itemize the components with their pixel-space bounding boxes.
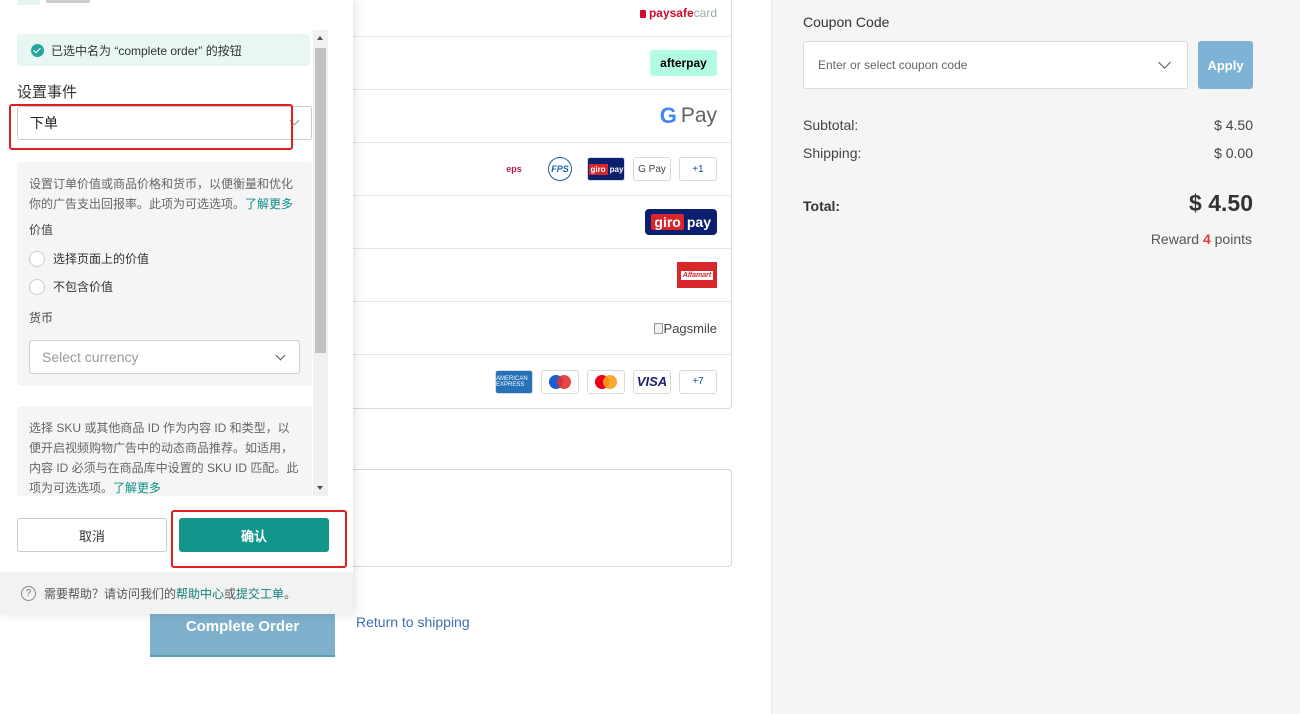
radio-no-value[interactable]: 不包含价值	[29, 277, 113, 297]
total-label: Total:	[803, 198, 841, 214]
coupon-label: Coupon Code	[803, 14, 890, 30]
order-note-box[interactable]	[300, 469, 732, 567]
reward-points-count: 4	[1202, 231, 1211, 247]
subtotal-label: Subtotal:	[803, 117, 859, 133]
order-summary: Coupon Code Enter or select coupon code …	[771, 0, 1300, 714]
coupon-placeholder: Enter or select coupon code	[818, 58, 968, 72]
paysafecard-logo: paysafecard	[639, 6, 717, 20]
cancel-button[interactable]: 取消	[17, 518, 167, 552]
fps-logo: FPS	[548, 157, 572, 181]
google-pay-small-logo: G Pay	[633, 157, 671, 181]
eps-logo: eps	[506, 164, 522, 174]
scroll-down-icon[interactable]	[317, 486, 323, 490]
scroll-up-icon[interactable]	[317, 36, 323, 40]
help-bar: ? 需要帮助？请访问我们的帮助中心或提交工单。	[0, 572, 353, 614]
giropay-small-logo: giro pay	[587, 157, 625, 181]
highlight-confirm-button	[171, 510, 347, 568]
coupon-input[interactable]: Enter or select coupon code	[803, 41, 1188, 89]
broken-image-icon	[653, 322, 663, 334]
shipping-label: Shipping:	[803, 145, 862, 161]
amex-logo: AMERICAN EXPRESS	[495, 369, 533, 394]
learn-more-link[interactable]: 了解更多	[245, 197, 293, 211]
currency-placeholder: Select currency	[42, 349, 139, 365]
giropay-logo: giro pay	[645, 209, 717, 235]
maestro-logo	[541, 369, 579, 394]
visa-logo: VISA	[633, 369, 671, 394]
submit-ticket-link[interactable]: 提交工单	[236, 587, 284, 601]
subtotal-value: $ 4.50	[1214, 117, 1253, 133]
page: paysafecard afterpay G Pay eps FPS giro pa…	[0, 0, 1300, 714]
more-cards-badge: +7	[679, 369, 717, 394]
alfamart-logo: Alfamart	[677, 262, 717, 288]
more-methods-badge: +1	[679, 157, 717, 181]
help-text: 需要帮助？请访问我们的帮助中心或提交工单。	[44, 586, 297, 601]
event-label: 设置事件	[17, 84, 78, 101]
panel-scroll-area[interactable]: 已选中名为 “complete order” 的按钮 设置事件 下单 设置订单价…	[0, 30, 328, 496]
question-circle-icon: ?	[21, 585, 36, 601]
total-row: Total: $ 4.50	[803, 190, 1253, 217]
check-circle-icon	[31, 43, 44, 57]
scrollbar-thumb[interactable]	[315, 48, 326, 353]
learn-more-link[interactable]: 了解更多	[113, 481, 161, 495]
notice-text: 已选中名为 “complete order” 的按钮	[51, 43, 242, 58]
value-help-text: 设置订单价值或商品价格和货币，以便衡量和优化你的广告支出回报率。此项为可选选项。…	[29, 177, 294, 211]
total-value: $ 4.50	[1189, 190, 1253, 216]
shipping-value: $ 0.00	[1214, 145, 1253, 161]
radio-button[interactable]	[29, 279, 45, 295]
panel-scrollbar[interactable]	[313, 30, 328, 496]
chevron-down-icon	[275, 350, 286, 361]
radio-page-value[interactable]: 选择页面上的价值	[29, 249, 149, 269]
currency-label: 货币	[29, 311, 54, 325]
mastercard-logo	[587, 369, 625, 394]
reward-points: Reward 4 points	[1150, 231, 1252, 247]
currency-select[interactable]: Select currency	[29, 340, 300, 374]
selected-element-notice: 已选中名为 “complete order” 的按钮	[17, 34, 310, 66]
value-settings-box: 设置订单价值或商品价格和货币，以便衡量和优化你的广告支出回报率。此项为可选选项。…	[17, 162, 312, 386]
lock-icon	[639, 10, 646, 18]
subtotal-row: Subtotal: $ 4.50	[803, 117, 1253, 133]
highlight-event-select	[9, 104, 293, 150]
panel-top-option	[18, 0, 98, 5]
radio-button[interactable]	[29, 251, 45, 267]
value-label: 价值	[29, 223, 54, 237]
shipping-row: Shipping: $ 0.00	[803, 145, 1253, 161]
sku-settings-box: 选择 SKU 或其他商品 ID 作为内容 ID 和类型，以便开启视频购物广告中的…	[17, 406, 312, 496]
apply-coupon-button[interactable]: Apply	[1198, 41, 1253, 89]
pagsmile-logo: Pagsmile	[653, 321, 717, 336]
return-to-shipping-link[interactable]: Return to shipping	[356, 614, 470, 630]
help-center-link[interactable]: 帮助中心	[176, 587, 224, 601]
sku-help-text: 选择 SKU 或其他商品 ID 作为内容 ID 和类型，以便开启视频购物广告中的…	[29, 421, 299, 495]
chevron-down-icon[interactable]	[1158, 56, 1171, 69]
google-pay-logo: G Pay	[659, 103, 717, 128]
afterpay-logo: afterpay	[650, 50, 717, 76]
